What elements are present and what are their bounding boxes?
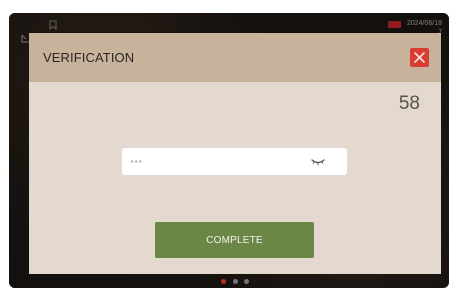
- password-input-container[interactable]: [122, 148, 347, 175]
- close-icon: [414, 52, 425, 63]
- device-screen: 2024/06/18 7 VERIFICATION 58 COMPLETE: [9, 13, 449, 288]
- countdown-timer: 58: [398, 93, 420, 114]
- eye-closed-icon[interactable]: [309, 153, 327, 169]
- close-button[interactable]: [410, 48, 429, 67]
- page-dot: [232, 278, 238, 284]
- bookmark-icon: [49, 20, 57, 30]
- complete-button[interactable]: COMPLETE: [155, 222, 314, 258]
- status-indicator: [388, 21, 401, 28]
- page-dot: [244, 278, 249, 284]
- page-dot-active: [221, 278, 226, 284]
- status-date: 2024/06/18: [406, 20, 442, 27]
- verification-dialog: VERIFICATION 58 COMPLETE: [29, 33, 441, 274]
- password-input[interactable]: [130, 148, 305, 175]
- dialog-title: VERIFICATION: [43, 50, 135, 65]
- pagination-dots: [221, 278, 249, 284]
- dialog-header: VERIFICATION: [29, 33, 441, 82]
